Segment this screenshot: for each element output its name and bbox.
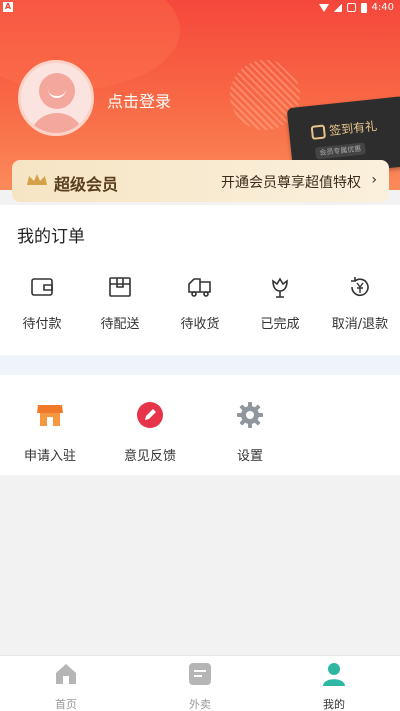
vip-promo-text: 开通会员尊享超值特权 <box>221 175 361 191</box>
empty-area <box>0 475 400 655</box>
truck-icon <box>188 278 211 297</box>
tool-label: 设置 <box>236 449 263 464</box>
gift-card-title: 签到有礼 <box>328 119 378 138</box>
gift-card-subtitle: 会员专属优惠 <box>314 142 366 160</box>
order-label: 待付款 <box>22 317 62 332</box>
tools-section: 申请入驻 意见反馈 设置 <box>0 375 400 475</box>
order-pending-receipt[interactable]: 待收货 <box>160 275 240 332</box>
flower-icon <box>272 277 288 298</box>
tool-label: 申请入驻 <box>23 449 76 464</box>
tab-label: 外卖 <box>189 698 211 711</box>
pen-icon <box>137 402 163 428</box>
notification-icon: A <box>3 2 13 12</box>
package-icon <box>109 277 131 297</box>
feedback-button[interactable]: 意见反馈 <box>110 401 190 464</box>
orders-title: 我的订单 <box>17 227 85 247</box>
order-pending-payment[interactable]: 待付款 <box>2 275 82 332</box>
order-label: 已完成 <box>260 317 300 332</box>
crown-icon <box>27 174 47 185</box>
avatar[interactable] <box>18 60 94 136</box>
tab-takeout[interactable]: 外卖 <box>160 662 240 711</box>
wallet-icon <box>31 278 53 296</box>
section-separator <box>0 355 400 375</box>
tab-home[interactable]: 首页 <box>26 662 106 711</box>
tab-mine[interactable]: 我的 <box>294 662 374 711</box>
order-completed[interactable]: 已完成 <box>240 275 320 332</box>
tab-label: 首页 <box>55 698 77 711</box>
vip-banner[interactable]: 超级会员 开通会员尊享超值特权 › <box>12 160 389 202</box>
vip-title: 超级会员 <box>54 175 119 194</box>
no-sim-icon <box>346 3 356 12</box>
order-label: 待配送 <box>100 317 140 332</box>
bottom-nav: 首页 外卖 我的 <box>0 655 400 711</box>
order-pending-delivery[interactable]: 待配送 <box>80 275 160 332</box>
order-label: 待收货 <box>180 317 220 332</box>
gear-icon <box>237 402 263 428</box>
signal-icon <box>333 3 342 12</box>
user-icon <box>323 663 345 686</box>
clock: 4:40 <box>371 2 394 13</box>
order-cancel-refund[interactable]: 取消/退款 <box>320 275 400 332</box>
apply-settle-in-button[interactable]: 申请入驻 <box>10 401 90 464</box>
tool-label: 意见反馈 <box>123 449 176 464</box>
status-bar: A 4:40 <box>0 0 400 16</box>
takeout-icon <box>189 663 211 685</box>
gift-icon <box>310 124 327 140</box>
settings-button[interactable]: 设置 <box>210 401 290 464</box>
wifi-icon <box>318 3 329 12</box>
order-label: 取消/退款 <box>331 317 389 332</box>
login-link[interactable]: 点击登录 <box>107 88 171 112</box>
tab-label: 我的 <box>323 698 345 711</box>
chevron-right-icon: › <box>371 172 377 188</box>
refund-icon <box>351 277 369 297</box>
home-icon <box>56 664 76 684</box>
my-orders-card: 我的订单 待付款 待配送 待收货 已完成 取消/退款 <box>0 205 400 355</box>
battery-icon <box>360 2 367 13</box>
store-icon <box>37 405 63 426</box>
